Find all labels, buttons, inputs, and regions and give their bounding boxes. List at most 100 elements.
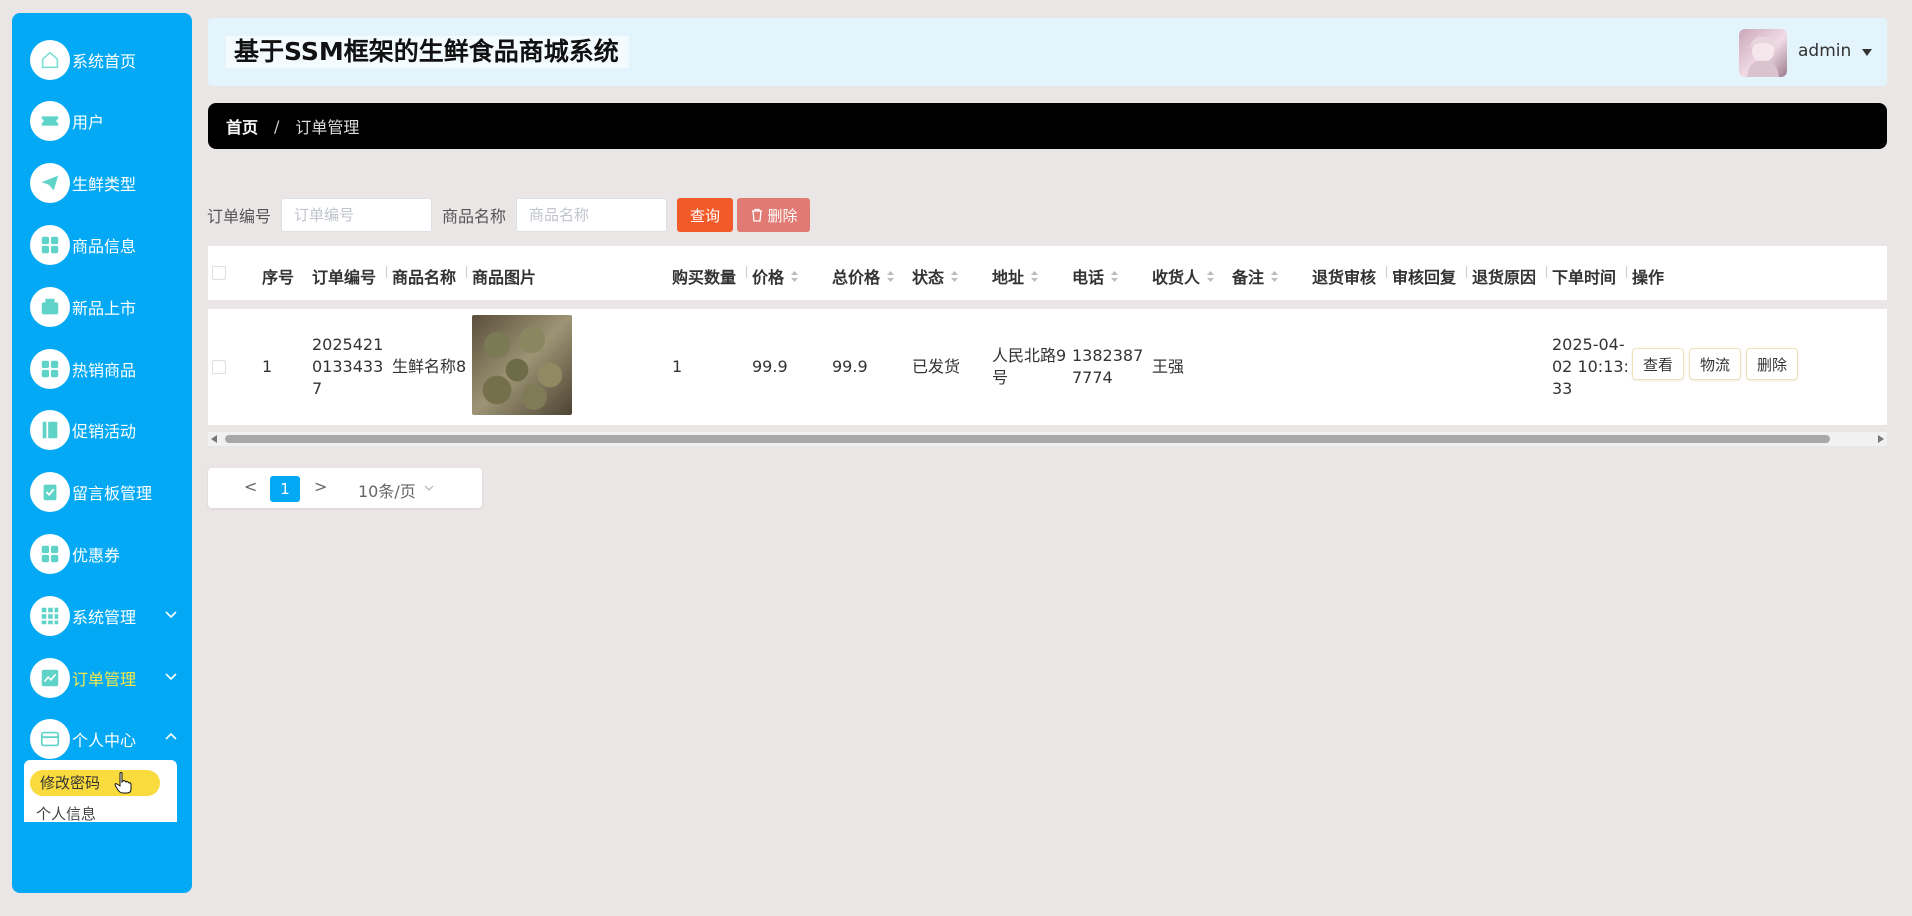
column-separator: [1466, 266, 1467, 278]
apps-icon: [30, 596, 70, 636]
col-index: 序号: [262, 268, 295, 287]
ticket-icon: [30, 101, 70, 141]
query-button[interactable]: 查询: [677, 198, 734, 232]
sidebar-item-label: 订单管理: [72, 670, 137, 689]
chart-icon: [30, 658, 70, 698]
product-name-label: 商品名称: [442, 207, 507, 226]
submenu-change-password[interactable]: 修改密码: [30, 770, 160, 796]
col-remark[interactable]: 备注: [1232, 264, 1279, 288]
product-image[interactable]: [472, 315, 572, 415]
top-header: 基于SSM框架的生鲜食品商城系统 admin: [208, 18, 1887, 86]
home-icon: [30, 40, 70, 80]
sidebar-item-fresh-types[interactable]: 生鲜类型: [30, 160, 180, 206]
delete-button[interactable]: 删除: [737, 198, 811, 232]
cell-status: 已发货: [912, 357, 961, 376]
next-page-button[interactable]: >: [314, 477, 327, 496]
sidebar-item-home[interactable]: 系统首页: [30, 37, 180, 83]
page-number-current[interactable]: 1: [270, 476, 300, 502]
trash-icon: [751, 208, 762, 222]
chevron-up-icon: [165, 732, 177, 740]
book-icon: [30, 410, 70, 450]
cell-address: 人民北路9 号: [992, 345, 1066, 389]
sidebar-item-message-board[interactable]: 留言板管理: [30, 469, 180, 515]
sidebar-item-label: 生鲜类型: [72, 175, 137, 194]
select-all-checkbox[interactable]: [212, 266, 226, 280]
cell-order-time-line2: 02 10:13:: [1552, 357, 1629, 376]
sidebar-item-order-management[interactable]: 订单管理: [30, 655, 180, 701]
sidebar-item-promotions[interactable]: 促销活动: [30, 407, 180, 453]
col-total-label: 总价格: [832, 268, 881, 287]
horizontal-scrollbar[interactable]: [208, 432, 1887, 446]
sidebar-item-personal-center[interactable]: 个人中心: [30, 716, 180, 762]
col-receiver-label: 收货人: [1152, 268, 1201, 287]
order-no-input[interactable]: [281, 198, 433, 232]
cell-order-time-line3: 33: [1552, 379, 1573, 398]
cell-total: 99.9: [832, 357, 868, 376]
cell-order-no-line1: 2025421: [312, 335, 384, 354]
cell-index: 1: [262, 357, 273, 376]
cell-phone: 1382387 7774: [1072, 345, 1143, 389]
cell-order-no-line3: 7: [312, 379, 323, 398]
col-return-reason: 退货原因: [1472, 268, 1537, 287]
row-delete-button[interactable]: 删除: [1746, 348, 1799, 380]
prev-page-button[interactable]: <: [244, 477, 257, 496]
cell-quantity: 1: [672, 357, 683, 376]
sidebar-item-system-management[interactable]: 系统管理: [30, 593, 180, 639]
column-separator: [1546, 266, 1547, 278]
scroll-right-icon[interactable]: [1878, 435, 1884, 443]
col-total[interactable]: 总价格: [832, 264, 895, 288]
cell-order-no: 2025421 0133433 7: [312, 334, 388, 400]
col-phone-label: 电话: [1072, 268, 1105, 287]
avatar[interactable]: [1739, 29, 1787, 77]
column-separator: [1626, 266, 1627, 278]
page-size-select[interactable]: 10条/页: [358, 478, 416, 502]
sort-icon: [951, 270, 959, 282]
scroll-left-icon[interactable]: [211, 435, 217, 443]
scrollbar-thumb[interactable]: [225, 435, 1830, 443]
sidebar-item-label: 新品上市: [72, 299, 137, 318]
col-order-time: 下单时间: [1552, 268, 1617, 287]
view-button[interactable]: 查看: [1632, 348, 1685, 380]
sidebar-item-label: 用户: [72, 113, 105, 132]
col-return-review: 退货审核: [1312, 268, 1377, 287]
col-review-reply: 审核回复: [1392, 268, 1457, 287]
col-receiver[interactable]: 收货人: [1152, 264, 1215, 288]
pagination: < 1 > 10条/页: [208, 468, 482, 508]
col-phone[interactable]: 电话: [1072, 264, 1119, 288]
col-order-no: 订单编号: [312, 268, 377, 287]
breadcrumb-separator: /: [274, 116, 280, 136]
column-separator: [1386, 266, 1387, 278]
sidebar-item-coupons[interactable]: 优惠券: [30, 531, 180, 577]
sidebar-item-hot-products[interactable]: 热销商品: [30, 346, 180, 392]
logistics-button[interactable]: 物流: [1689, 348, 1742, 380]
grid-icon: [30, 349, 70, 389]
sidebar-item-label: 系统首页: [72, 52, 137, 71]
sidebar-item-users[interactable]: 用户: [30, 98, 180, 144]
sort-icon: [887, 270, 895, 282]
cell-address-line1: 人民北路9: [992, 346, 1067, 365]
col-status[interactable]: 状态: [912, 264, 959, 288]
username[interactable]: admin: [1798, 41, 1851, 61]
breadcrumb-home[interactable]: 首页: [226, 114, 258, 138]
clipboard-icon: [30, 472, 70, 512]
col-address-label: 地址: [992, 268, 1025, 287]
order-no-label: 订单编号: [207, 207, 272, 226]
cell-phone-line1: 1382387: [1072, 346, 1144, 365]
caret-down-icon[interactable]: [1862, 49, 1872, 57]
sort-icon: [1207, 270, 1215, 282]
col-product-name: 商品名称: [392, 268, 457, 287]
col-product-image: 商品图片: [472, 268, 537, 287]
chevron-down-icon[interactable]: [424, 484, 434, 492]
sidebar-item-products[interactable]: 商品信息: [30, 222, 180, 268]
col-address[interactable]: 地址: [992, 264, 1039, 288]
col-price[interactable]: 价格: [752, 264, 799, 288]
chevron-down-icon: [165, 673, 177, 681]
sidebar-item-label: 留言板管理: [72, 484, 153, 503]
sidebar-item-label: 个人中心: [72, 731, 137, 750]
cell-address-line2: 号: [992, 368, 1009, 387]
product-name-input[interactable]: [516, 198, 668, 232]
cell-phone-line2: 7774: [1072, 368, 1113, 387]
sidebar-item-new-arrivals[interactable]: 新品上市: [30, 284, 180, 330]
row-checkbox[interactable]: [212, 360, 226, 374]
submenu-personal-info[interactable]: 个人信息: [36, 803, 96, 822]
